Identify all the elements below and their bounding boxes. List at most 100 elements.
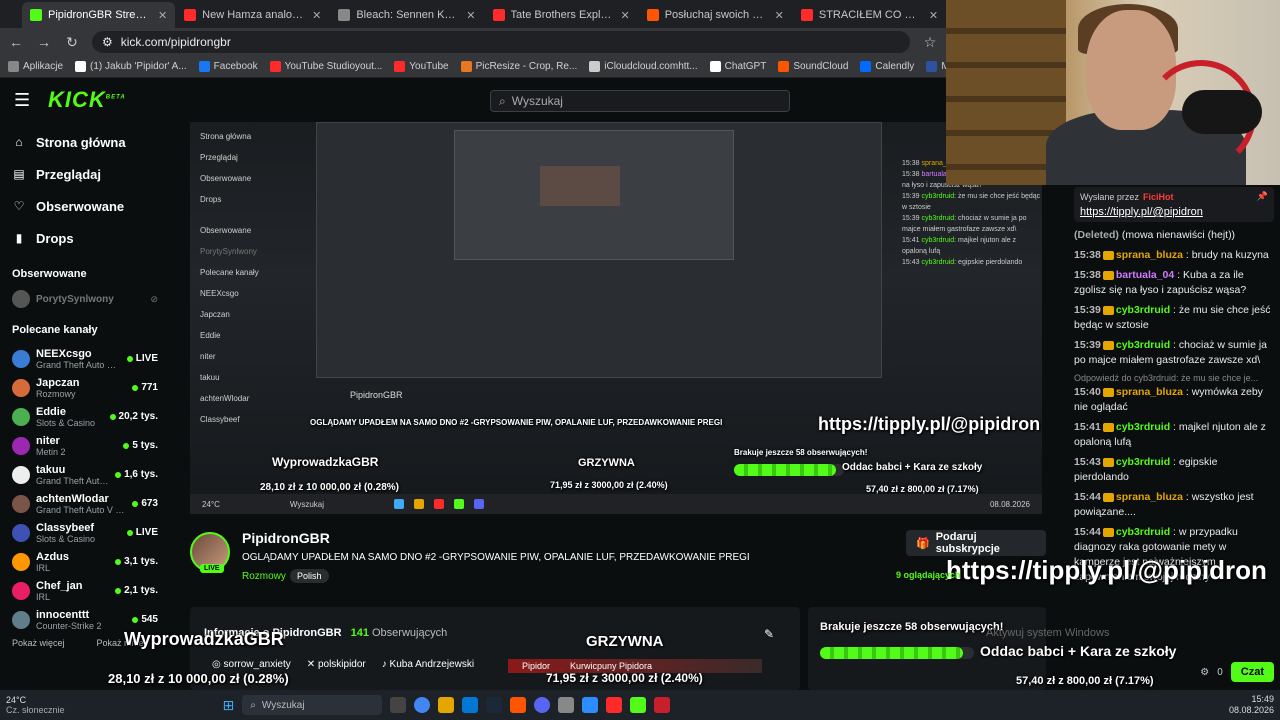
bookmark-item[interactable]: YouTube Studioyout... <box>269 61 382 72</box>
chat-message[interactable]: 15:40 sprana_bluza : wymówka zeby nie ogl… <box>1074 385 1274 415</box>
bookmark-item[interactable]: PicResize - Crop, Re... <box>460 61 577 72</box>
weather-widget[interactable]: 24°C Cz. słonecznie <box>6 695 65 715</box>
tab-favicon-icon <box>800 9 813 21</box>
search-input[interactable]: ⌕ Wyszukaj <box>490 90 790 112</box>
bookmark-item[interactable]: Calendly <box>860 61 914 72</box>
bookmark-item[interactable]: Aplikacje <box>8 61 63 72</box>
recommended-channel[interactable]: achtenWlodar Grand Theft Auto V (G... 67… <box>12 489 158 518</box>
bookmark-item[interactable]: Facebook <box>198 61 258 72</box>
sidebar-item-home[interactable]: ⌂ Strona główna <box>12 126 158 158</box>
camera-icon[interactable] <box>558 697 575 713</box>
goal-panel: Brakuje jeszcze 58 obserwujących! Oddac … <box>808 607 1176 690</box>
chat-message[interactable]: 15:39 cyb3rdruid : chociaż w sumie ja po … <box>1074 338 1274 368</box>
chat-send-button[interactable]: Czat <box>1230 662 1274 682</box>
close-tab-icon[interactable]: ✕ <box>775 9 784 22</box>
youtube-icon[interactable] <box>606 697 623 713</box>
bookmark-item[interactable]: SoundCloud <box>778 61 848 72</box>
close-tab-icon[interactable]: ✕ <box>620 9 629 22</box>
show-more-button[interactable]: Pokaż więcej <box>12 638 65 648</box>
recommended-channel[interactable]: takuu Grand Theft Auto ... 1,6 tys. <box>12 460 158 489</box>
sidebar-item-heart[interactable]: ♡ Obserwowane <box>12 190 158 222</box>
close-tab-icon[interactable]: ✕ <box>312 9 321 22</box>
obs-icon[interactable] <box>654 697 671 713</box>
zoom-icon[interactable] <box>582 697 599 713</box>
followers-word: Obserwujących <box>372 627 448 639</box>
explorer-icon[interactable] <box>438 697 455 713</box>
recommended-channel[interactable]: Chef_jan IRL 2,1 tys. <box>12 576 158 605</box>
kick-app-icon[interactable] <box>630 697 647 713</box>
chat-message[interactable]: 15:43 cyb3rdruid : egipskie pierdolando <box>1074 455 1274 485</box>
url-field[interactable]: ⚙ kick.com/pipidrongbr <box>92 31 910 53</box>
recommended-channel[interactable]: Japczan Rozmowy 771 <box>12 373 158 402</box>
bookmark-item[interactable]: MyAnimeList.net <box>926 61 946 72</box>
taskbar-search[interactable]: ⌕ Wyszukaj <box>242 695 383 715</box>
tab-favicon-icon <box>492 9 505 21</box>
bookmark-item[interactable]: (1) Jakub 'Pipidor' A... <box>75 61 187 72</box>
viewer-count: 771 <box>132 382 158 393</box>
bookmark-icon <box>860 61 872 72</box>
chat-message[interactable]: 15:39 cyb3rdruid : że mu sie chce jeść bę… <box>1074 303 1274 333</box>
menu-icon[interactable]: ☰ <box>14 90 34 111</box>
chat-message[interactable]: 15:38 bartuala_04 : Kuba a za ile zgolisz… <box>1074 268 1274 298</box>
soundcloud-icon[interactable] <box>510 697 527 713</box>
stream-category[interactable]: Rozmowy <box>242 571 286 582</box>
followed-channel[interactable]: PorytySynlwony ⊘ <box>12 288 158 310</box>
bookmark-item[interactable]: iCloudcloud.comhtt... <box>589 61 698 72</box>
bookmark-icon <box>269 61 281 72</box>
sidebar-item-browse[interactable]: ▤ Przeglądaj <box>12 158 158 190</box>
edit-icon[interactable]: ✎ <box>764 627 774 641</box>
social-x[interactable]: ✕ polskipidor <box>307 659 366 670</box>
recommended-channel[interactable]: NEEXcsgo Grand Theft Auto V (... LIVE <box>12 344 158 373</box>
goal-right-amount: 57,40 zł z 800,00 zł (7.17%) <box>1016 675 1154 687</box>
reload-icon[interactable]: ↻ <box>64 34 80 51</box>
browser-tab[interactable]: Tate Brothers Explain Crucial Lif ✕ <box>485 2 638 28</box>
site-info-icon[interactable]: ⚙ <box>102 35 113 49</box>
browser-tab[interactable]: Bleach: Sennen Kessen-hen - K ✕ <box>330 2 483 28</box>
tab-title: STRACIŁEM CO NAJWAŻNIEJS <box>818 9 923 21</box>
video-overlay-url: https://tipply.pl/@pipidron <box>818 414 1041 434</box>
video-player[interactable]: Strona główna Przeglądaj Obserwowane Dro… <box>190 122 1042 514</box>
bookmark-icon <box>75 61 87 72</box>
chat-message[interactable]: (Deleted) (mowa nienawiści (hejt)) <box>1074 228 1274 243</box>
social-instagram[interactable]: ◎ sorrow_anxiety <box>212 659 291 670</box>
stream-language-tag[interactable]: Polish <box>290 569 329 583</box>
store-icon[interactable] <box>462 697 479 713</box>
chrome-icon[interactable] <box>414 697 431 713</box>
bookmark-item[interactable]: YouTube <box>394 61 449 72</box>
system-tray-clock[interactable]: 15:49 08.08.2026 <box>1229 694 1274 716</box>
chat-settings-icon[interactable]: ⚙ <box>1200 667 1209 678</box>
task-view-icon[interactable] <box>390 697 407 713</box>
sidebar: ⌂ Strona główna ▤ Przeglądaj ♡ Obserwowane ▮ Dr… <box>0 122 170 690</box>
discord-icon[interactable] <box>534 697 551 713</box>
browser-tab[interactable]: STRACIŁEM CO NAJWAŻNIEJS ✕ <box>793 2 946 28</box>
chat-message[interactable]: 15:44 sprana_bluza : wszystko jest powiąz… <box>1074 490 1274 520</box>
back-icon[interactable]: ← <box>8 34 24 50</box>
recommended-channel[interactable]: niter Metin 2 5 tys. <box>12 431 158 460</box>
pinned-message[interactable]: Wysłane przez FiciHot 📌 https://tipply.p… <box>1074 187 1274 222</box>
sidebar-item-drops[interactable]: ▮ Drops <box>12 222 158 254</box>
close-tab-icon[interactable]: ✕ <box>158 9 167 22</box>
browser-tab[interactable]: New Hamza analogy for getting ✕ <box>176 2 329 28</box>
browser-tab[interactable]: PipidronGBR Stream - Watch Li ✕ <box>22 2 176 28</box>
social-other[interactable]: ♪ Kuba Andrzejewski <box>382 659 474 670</box>
start-button[interactable]: ⊞ <box>223 697 235 714</box>
recommended-channel[interactable]: Eddie Slots & Casino 20,2 tys. <box>12 402 158 431</box>
close-tab-icon[interactable]: ✕ <box>929 9 938 22</box>
gift-subs-button[interactable]: 🎁 Podaruj subskrypcje <box>906 530 1046 556</box>
pin-icon[interactable]: 📌 <box>1257 191 1268 202</box>
home-icon: ⌂ <box>15 135 23 149</box>
pinned-by-user: FiciHot <box>1142 191 1174 202</box>
recommended-channel[interactable]: Azdus IRL 3,1 tys. <box>12 547 158 576</box>
chat-message[interactable]: 15:41 cyb3rdruid : majkel njuton ale z op… <box>1074 420 1274 450</box>
browser-tab[interactable]: Posłuchaj swoich polubionych ✕ <box>639 2 792 28</box>
bookmark-item[interactable]: ChatGPT <box>709 61 766 72</box>
steam-icon[interactable] <box>486 697 503 713</box>
chat-message[interactable]: 15:38 sprana_bluza : brudy na kuzyna <box>1074 248 1274 263</box>
forward-icon[interactable]: → <box>36 34 52 50</box>
streamer-name[interactable]: PipidronGBR <box>242 530 330 546</box>
recommended-channel[interactable]: Classybeef Slots & Casino LIVE <box>12 518 158 547</box>
close-tab-icon[interactable]: ✕ <box>466 9 475 22</box>
pinned-url[interactable]: https://tipply.pl/@pipidron <box>1080 206 1268 218</box>
kick-logo[interactable]: KICKBETA <box>48 87 126 113</box>
star-icon[interactable]: ☆ <box>922 34 938 51</box>
